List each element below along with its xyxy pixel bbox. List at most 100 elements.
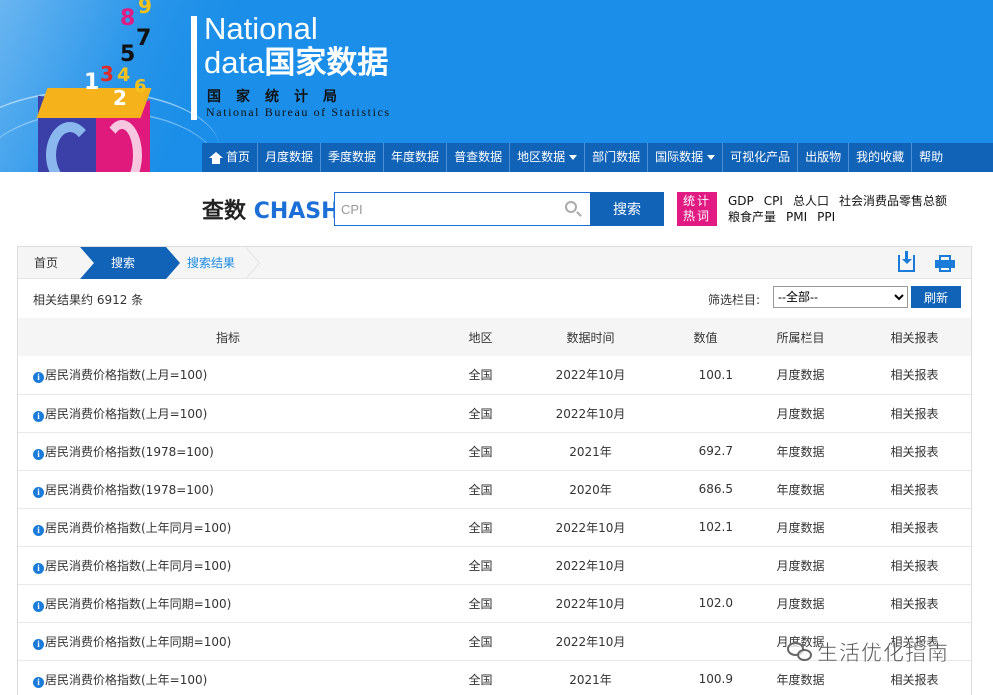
table-row: i 居民消费价格指数(上年同月=100) 全国 2022年10月 102.1 月度… (18, 508, 971, 546)
info-icon[interactable]: i (33, 372, 44, 384)
nav-item-help[interactable]: 帮助 (912, 143, 950, 172)
value-cell: 100.9 (698, 672, 733, 686)
column-link[interactable]: 月度数据 (743, 356, 858, 394)
region-cell: 全国 (468, 406, 493, 421)
related-report-link[interactable]: 相关报表 (858, 584, 971, 622)
region-cell: 全国 (468, 368, 493, 383)
related-report-link[interactable]: 相关报表 (858, 432, 971, 470)
indicator-cell: i 居民消费价格指数(上年同月=100) (18, 546, 438, 584)
info-icon[interactable]: i (33, 638, 44, 650)
table-row: i 居民消费价格指数(上年同月=100) 全国 2022年10月 月度数据 相关报… (18, 546, 971, 584)
info-icon[interactable]: i (33, 562, 44, 574)
time-cell: 2022年10月 (555, 558, 626, 573)
breadcrumb-results: 搜索结果 (187, 256, 236, 270)
column-link[interactable]: 月度数据 (743, 394, 858, 432)
nav-item-label: 月度数据 (265, 150, 314, 164)
breadcrumb-home[interactable]: 首页 (34, 247, 58, 279)
related-report-link[interactable]: 相关报表 (858, 356, 971, 394)
info-icon[interactable]: i (33, 524, 44, 536)
home-icon (209, 151, 223, 164)
nav-item-department[interactable]: 部门数据 (585, 143, 649, 172)
column-link[interactable]: 月度数据 (743, 546, 858, 584)
column-link[interactable]: 年度数据 (743, 432, 858, 470)
related-report-link[interactable]: 相关报表 (858, 470, 971, 508)
hot-badge-line: 热词 (682, 209, 711, 223)
column-link[interactable]: 月度数据 (743, 508, 858, 546)
hot-word-link[interactable]: CPI (764, 194, 783, 208)
nav-item-monthly[interactable]: 月度数据 (258, 143, 322, 172)
region-cell: 全国 (468, 482, 493, 497)
indicator-link[interactable]: 居民消费价格指数(上年同期=100) (45, 635, 231, 649)
search-button[interactable]: 搜索 (590, 192, 664, 226)
related-report-link[interactable]: 相关报表 (858, 508, 971, 546)
indicator-link[interactable]: 居民消费价格指数(1978=100) (45, 483, 214, 497)
indicator-link[interactable]: 居民消费价格指数(上年同月=100) (45, 521, 231, 535)
nav-item-international[interactable]: 国际数据 (648, 143, 724, 172)
header-time: 数据时间 (566, 330, 615, 345)
related-report-link[interactable]: 相关报表 (858, 394, 971, 432)
related-report-link[interactable]: 相关报表 (858, 546, 971, 584)
logo-subtitle-cn: 国家统计局 (207, 89, 352, 105)
hot-word-link[interactable]: PPI (817, 210, 835, 224)
info-icon[interactable]: i (33, 486, 44, 498)
indicator-cell: i 居民消费价格指数(上月=100) (18, 394, 438, 432)
region-cell: 全国 (468, 672, 493, 687)
value-cell: 692.7 (698, 444, 733, 458)
indicator-cell: i 居民消费价格指数(上月=100) (18, 356, 438, 394)
hot-word-link[interactable]: 社会消费品零售总额 (839, 194, 947, 208)
nav-item-favorites[interactable]: 我的收藏 (849, 143, 913, 172)
search-input[interactable] (334, 192, 590, 226)
nav-item-regional[interactable]: 地区数据 (510, 143, 586, 172)
info-icon[interactable]: i (33, 676, 44, 688)
time-cell: 2022年10月 (555, 596, 626, 611)
time-cell: 2022年10月 (555, 634, 626, 649)
indicator-link[interactable]: 居民消费价格指数(上月=100) (45, 368, 207, 382)
table-row: i 居民消费价格指数(上月=100) 全国 2022年10月 月度数据 相关报表 (18, 394, 971, 432)
column-link[interactable]: 月度数据 (743, 584, 858, 622)
nav-item-quarterly[interactable]: 季度数据 (321, 143, 385, 172)
region-cell: 全国 (468, 596, 493, 611)
region-cell: 全国 (468, 444, 493, 459)
nav-item-visualization[interactable]: 可视化产品 (723, 143, 799, 172)
time-cell: 2020年 (569, 482, 612, 497)
info-icon[interactable]: i (33, 410, 44, 422)
indicator-link[interactable]: 居民消费价格指数(1978=100) (45, 445, 214, 459)
table-row: i 居民消费价格指数(上月=100) 全国 2022年10月 100.1 月度数据… (18, 356, 971, 394)
table-row: i 居民消费价格指数(1978=100) 全国 2020年 686.5 年度数据 … (18, 470, 971, 508)
nav-item-publications[interactable]: 出版物 (798, 143, 850, 172)
download-icon[interactable] (898, 251, 915, 272)
nav-item-annual[interactable]: 年度数据 (384, 143, 448, 172)
refresh-button[interactable]: 刷新 (911, 286, 961, 308)
info-icon[interactable]: i (33, 448, 44, 460)
result-toolbar: 相关结果约 6912 条 筛选栏目: --全部-- 刷新 (18, 280, 971, 318)
hot-badge-line: 统计 (682, 194, 711, 208)
cube-number: 4 (117, 64, 131, 86)
print-icon[interactable] (935, 255, 955, 272)
info-icon[interactable]: i (33, 600, 44, 612)
hot-word-link[interactable]: PMI (786, 210, 807, 224)
nav-item-census[interactable]: 普查数据 (447, 143, 511, 172)
logo-divider (191, 16, 197, 120)
cube-number: 3 (100, 62, 114, 86)
nav-item-home[interactable]: 首页 (202, 143, 259, 172)
nav-item-label: 可视化产品 (730, 150, 791, 164)
hot-word-link[interactable]: 总人口 (793, 194, 829, 208)
wechat-watermark: 生活优化指南 (787, 636, 949, 668)
region-cell: 全国 (468, 558, 493, 573)
indicator-link[interactable]: 居民消费价格指数(上月=100) (45, 407, 207, 421)
filter-select[interactable]: --全部-- (773, 286, 908, 308)
nav-item-label: 出版物 (805, 150, 842, 164)
result-count: 相关结果约 6912 条 (33, 293, 144, 307)
hot-word-link[interactable]: 粮食产量 (728, 210, 776, 224)
hot-word-link[interactable]: GDP (728, 194, 754, 208)
indicator-link[interactable]: 居民消费价格指数(上年同月=100) (45, 559, 231, 573)
search-icon[interactable] (565, 201, 577, 213)
indicator-link[interactable]: 居民消费价格指数(上年=100) (45, 673, 207, 687)
indicator-link[interactable]: 居民消费价格指数(上年同期=100) (45, 597, 231, 611)
results-panel: 首页 搜索 搜索结果 相关结果约 6912 条 筛选栏目: --全部-- 刷新 … (17, 246, 972, 695)
nav-item-label: 季度数据 (328, 150, 377, 164)
column-link[interactable]: 年度数据 (743, 470, 858, 508)
breadcrumb-search[interactable]: 搜索 (80, 247, 180, 279)
value-cell (658, 546, 743, 584)
logo-title-data: data国家数据 (204, 44, 388, 82)
